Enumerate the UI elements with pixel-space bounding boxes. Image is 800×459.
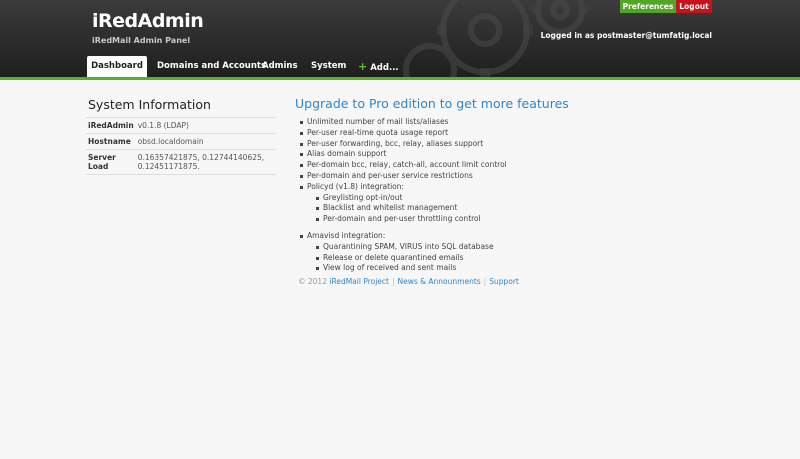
list-item: Per-user forwarding, bcc, relay, aliases… xyxy=(300,139,507,150)
app-title[interactable]: iRedAdmin xyxy=(92,10,204,32)
list-item: Per-domain and per-user service restrict… xyxy=(300,171,507,182)
nav-tab-admins[interactable]: Admins xyxy=(262,57,298,76)
project-link[interactable]: iRedMail Project xyxy=(329,277,389,286)
support-link[interactable]: Support xyxy=(489,277,519,286)
nav-tab-add[interactable]: + Add... xyxy=(358,57,399,76)
system-info-table: iRedAdmin v0.1.8 (LDAP) Hostname obsd.lo… xyxy=(86,117,276,175)
sub-list-item: Blacklist and whitelist management xyxy=(316,203,507,214)
row-value: obsd.localdomain xyxy=(135,133,276,150)
preferences-button[interactable]: Preferences xyxy=(620,0,676,13)
login-status: Logged in as postmaster@tumfatig.local xyxy=(540,31,712,40)
table-row: Server Load 0.16357421875, 0.12744140625… xyxy=(86,149,276,175)
separator: | xyxy=(483,277,487,286)
nav-tab-domains-accounts[interactable]: Domains and Accounts xyxy=(157,57,266,76)
table-row: iRedAdmin v0.1.8 (LDAP) xyxy=(86,117,276,134)
list-item: Per-domain bcc, relay, catch-all, accoun… xyxy=(300,160,507,171)
list-item-label: Policyd (v1.8) integration: xyxy=(307,181,405,191)
row-value: v0.1.8 (LDAP) xyxy=(135,117,276,134)
table-row: Hostname obsd.localdomain xyxy=(86,133,276,150)
news-link[interactable]: News & Announments xyxy=(398,277,481,286)
nav-add-label: Add... xyxy=(370,63,399,73)
footer: © 2012 iRedMail Project | News & Announmen… xyxy=(298,277,519,286)
system-info-title: System Information xyxy=(88,97,211,112)
nav-tab-dashboard[interactable]: Dashboard xyxy=(87,56,147,77)
list-item: Per-user real-time quota usage report xyxy=(300,128,507,139)
sub-list-item: Per-domain and per-user throttling contr… xyxy=(316,214,507,225)
header-accent-line xyxy=(0,77,800,80)
sub-list-item: View log of received and sent mails xyxy=(316,263,507,274)
upgrade-title: Upgrade to Pro edition to get more featu… xyxy=(295,96,569,111)
plus-icon: + xyxy=(358,60,368,73)
sub-list-item: Greylisting opt-in/out xyxy=(316,193,507,204)
header-bar: iRedAdmin iRedMail Admin Panel Preferenc… xyxy=(0,0,800,77)
list-item: Alias domain support xyxy=(300,149,507,160)
copyright-text: © 2012 xyxy=(298,277,327,286)
row-key: Hostname xyxy=(86,133,136,150)
nav-tab-system[interactable]: System xyxy=(311,57,346,76)
row-value: 0.16357421875, 0.12744140625, 0.12451171… xyxy=(135,149,276,175)
list-item: Unlimited number of mail lists/aliases xyxy=(300,117,507,128)
sub-list-item: Quarantining SPAM, VIRUS into SQL databa… xyxy=(316,242,507,253)
separator: | xyxy=(392,277,395,286)
sub-list-item: Release or delete quarantined emails xyxy=(316,253,507,264)
logout-button[interactable]: Logout xyxy=(676,0,712,13)
app-subtitle: iRedMail Admin Panel xyxy=(92,36,191,45)
list-item-policyd: Policyd (v1.8) integration: Greylisting … xyxy=(300,182,507,225)
row-key: iRedAdmin xyxy=(86,117,136,134)
row-key: Server Load xyxy=(86,149,136,175)
list-item-label: Amavisd integration: xyxy=(307,230,386,240)
feature-list: Unlimited number of mail lists/aliases P… xyxy=(300,117,507,274)
list-item-amavisd: Amavisd integration: Quarantining SPAM, … xyxy=(300,231,507,274)
